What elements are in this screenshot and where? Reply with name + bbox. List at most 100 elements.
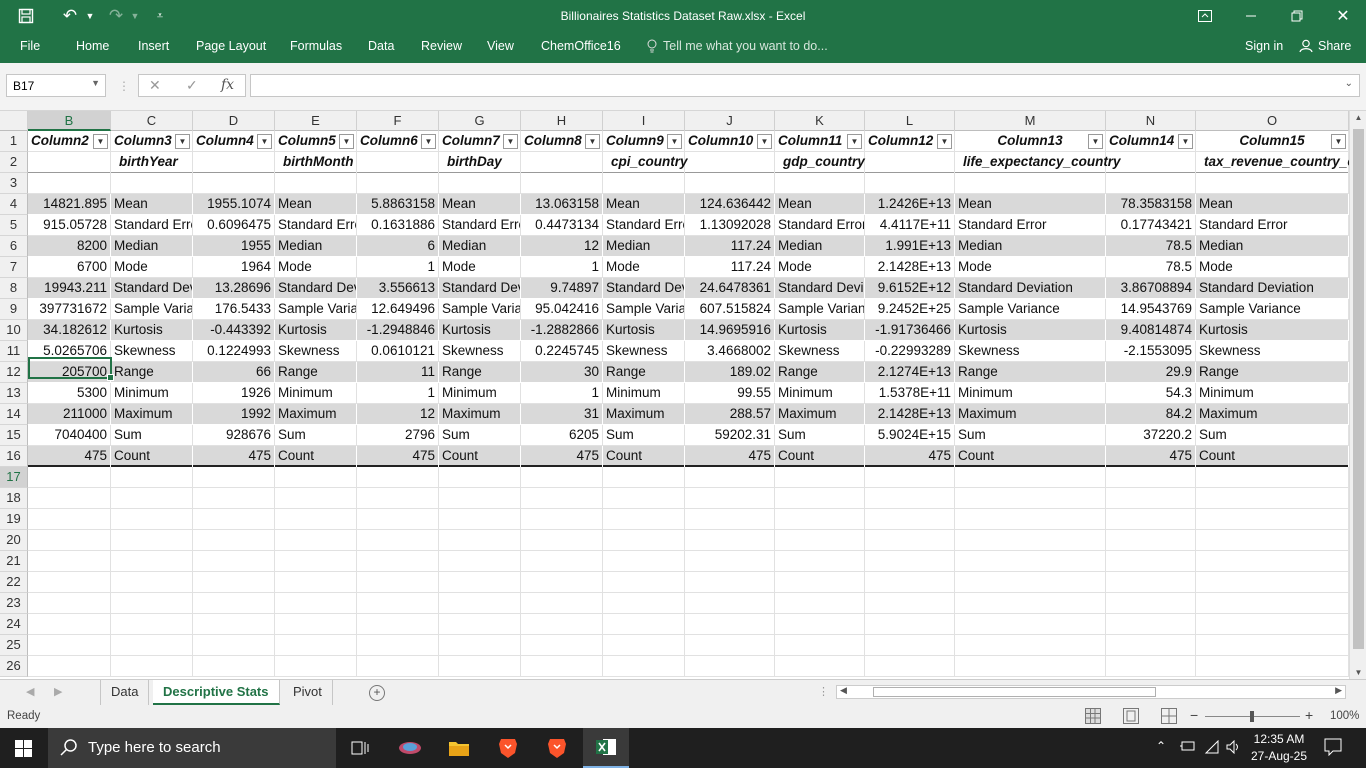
cell-h22[interactable] (521, 572, 603, 593)
cell-b26[interactable] (28, 656, 111, 677)
column-header-d[interactable]: D (193, 111, 275, 131)
cell-m21[interactable] (955, 551, 1106, 572)
ribbon-display-options-icon[interactable] (1195, 6, 1215, 26)
cell-n3[interactable] (1106, 173, 1196, 194)
cell-c13[interactable]: Minimum (111, 383, 193, 404)
cell-n23[interactable] (1106, 593, 1196, 614)
cell-i12[interactable]: Range (603, 362, 685, 383)
cell-m9[interactable]: Sample Variance (955, 299, 1106, 320)
cell-l2[interactable] (865, 152, 955, 173)
close-icon[interactable]: ✕ (1333, 6, 1353, 26)
scroll-left-icon[interactable]: ◀ (840, 685, 847, 696)
cell-g8[interactable]: Standard Deviation (439, 278, 521, 299)
cell-g16[interactable]: Count (439, 446, 521, 467)
cell-f24[interactable] (357, 614, 439, 635)
cell-j19[interactable] (685, 509, 775, 530)
cell-d24[interactable] (193, 614, 275, 635)
cell-g7[interactable]: Mode (439, 257, 521, 278)
cell-k7[interactable]: Mode (775, 257, 865, 278)
cell-l12[interactable]: 2.1274E+13 (865, 362, 955, 383)
cell-l16[interactable]: 475 (865, 446, 955, 467)
cell-c9[interactable]: Sample Variance (111, 299, 193, 320)
cell-j9[interactable]: 607.515824 (685, 299, 775, 320)
cell-o17[interactable] (1196, 467, 1349, 488)
cell-d3[interactable] (193, 173, 275, 194)
cell-e24[interactable] (275, 614, 357, 635)
cell-k16[interactable]: Count (775, 446, 865, 467)
cell-l19[interactable] (865, 509, 955, 530)
cell-k19[interactable] (775, 509, 865, 530)
cell-j14[interactable]: 288.57 (685, 404, 775, 425)
column-header-l[interactable]: L (865, 111, 955, 131)
cell-c25[interactable] (111, 635, 193, 656)
cell-e6[interactable]: Median (275, 236, 357, 257)
cell-i25[interactable] (603, 635, 685, 656)
cell-m10[interactable]: Kurtosis (955, 320, 1106, 341)
cell-d21[interactable] (193, 551, 275, 572)
cell-i19[interactable] (603, 509, 685, 530)
cell-n7[interactable]: 78.5 (1106, 257, 1196, 278)
cell-d7[interactable]: 1964 (193, 257, 275, 278)
cell-h4[interactable]: 13.063158 (521, 194, 603, 215)
cell-d18[interactable] (193, 488, 275, 509)
cell-f12[interactable]: 11 (357, 362, 439, 383)
cell-j6[interactable]: 117.24 (685, 236, 775, 257)
cell-d6[interactable]: 1955 (193, 236, 275, 257)
cell-b6[interactable]: 8200 (28, 236, 111, 257)
cell-f18[interactable] (357, 488, 439, 509)
column-header-h[interactable]: H (521, 111, 603, 131)
cell-o18[interactable] (1196, 488, 1349, 509)
cell-c2[interactable]: birthYear (111, 152, 193, 173)
cell-e19[interactable] (275, 509, 357, 530)
cell-n19[interactable] (1106, 509, 1196, 530)
cell-j3[interactable] (685, 173, 775, 194)
row-header-8[interactable]: 8 (0, 278, 28, 299)
cell-l22[interactable] (865, 572, 955, 593)
cell-c6[interactable]: Median (111, 236, 193, 257)
cell-k10[interactable]: Kurtosis (775, 320, 865, 341)
cell-o21[interactable] (1196, 551, 1349, 572)
cell-h10[interactable]: -1.2882866 (521, 320, 603, 341)
cell-o24[interactable] (1196, 614, 1349, 635)
column-header-j[interactable]: J (685, 111, 775, 131)
cell-i11[interactable]: Skewness (603, 341, 685, 362)
cell-k21[interactable] (775, 551, 865, 572)
column-header-o[interactable]: O (1196, 111, 1349, 131)
cell-h13[interactable]: 1 (521, 383, 603, 404)
cell-o12[interactable]: Range (1196, 362, 1349, 383)
cell-l8[interactable]: 9.6152E+12 (865, 278, 955, 299)
cell-d13[interactable]: 1926 (193, 383, 275, 404)
row-header-25[interactable]: 25 (0, 635, 28, 656)
filter-dropdown-icon[interactable]: ▼ (1331, 134, 1346, 149)
formula-input[interactable]: ⌄ (250, 74, 1360, 97)
cell-n26[interactable] (1106, 656, 1196, 677)
vertical-scrollbar[interactable]: ▲ ▼ (1349, 111, 1366, 679)
cell-h24[interactable] (521, 614, 603, 635)
share-button[interactable]: Share (1318, 39, 1351, 53)
cell-k2[interactable]: gdp_country (775, 152, 865, 173)
enter-check-icon[interactable]: ✓ (186, 77, 198, 94)
cell-i6[interactable]: Median (603, 236, 685, 257)
cell-h18[interactable] (521, 488, 603, 509)
cell-g21[interactable] (439, 551, 521, 572)
cell-g5[interactable]: Standard Error (439, 215, 521, 236)
cell-o2[interactable]: tax_revenue_country_country (1196, 152, 1349, 173)
cell-k20[interactable] (775, 530, 865, 551)
cell-g15[interactable]: Sum (439, 425, 521, 446)
cell-n18[interactable] (1106, 488, 1196, 509)
cell-m3[interactable] (955, 173, 1106, 194)
column-header-n[interactable]: N (1106, 111, 1196, 131)
cell-d10[interactable]: -0.443392 (193, 320, 275, 341)
network-adapter-icon[interactable] (1180, 739, 1196, 758)
cell-n17[interactable] (1106, 467, 1196, 488)
cell-f23[interactable] (357, 593, 439, 614)
cell-f26[interactable] (357, 656, 439, 677)
cell-k17[interactable] (775, 467, 865, 488)
cell-o15[interactable]: Sum (1196, 425, 1349, 446)
cell-g22[interactable] (439, 572, 521, 593)
row-header-5[interactable]: 5 (0, 215, 28, 236)
row-header-3[interactable]: 3 (0, 173, 28, 194)
cell-e14[interactable]: Maximum (275, 404, 357, 425)
cell-n4[interactable]: 78.3583158 (1106, 194, 1196, 215)
insert-function-icon[interactable]: fx (221, 77, 234, 93)
